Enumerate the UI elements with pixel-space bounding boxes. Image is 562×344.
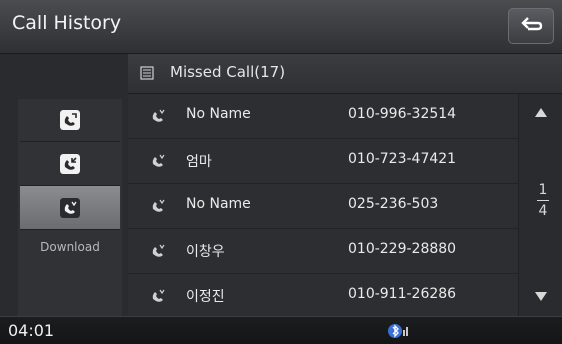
scrollbar[interactable]: 1 4 <box>518 94 562 316</box>
caller-number: 025-236-503 <box>348 196 439 212</box>
back-button[interactable] <box>508 8 554 44</box>
status-bar: 04:01 <box>0 316 562 344</box>
scroll-down-button[interactable] <box>519 270 562 316</box>
triangle-down-icon <box>535 292 547 301</box>
caller-name: No Name <box>186 106 251 122</box>
missed-call-header: Missed Call(17) <box>128 54 562 94</box>
missed-call-icon <box>152 289 165 302</box>
caller-number: 010-723-47421 <box>348 151 457 167</box>
missed-call-icon <box>60 198 80 218</box>
page-title: Call History <box>12 12 122 34</box>
received-call-icon <box>60 154 80 174</box>
caller-number: 010-229-28880 <box>348 241 457 257</box>
triangle-up-icon <box>535 108 547 117</box>
page-indicator: 1 4 <box>533 182 553 219</box>
dialed-call-icon <box>60 110 80 130</box>
call-row[interactable]: 이창우 010-229-28880 <box>128 229 518 274</box>
back-arrow-icon <box>521 17 543 31</box>
missed-call-label: Missed Call(17) <box>170 63 286 81</box>
call-history-screen: Call History Missed Call(17) Download No… <box>0 0 562 344</box>
call-row[interactable]: No Name 010-996-32514 <box>128 94 518 139</box>
page-total: 4 <box>538 203 548 219</box>
received-calls-button[interactable] <box>20 142 120 186</box>
caller-name: 이창우 <box>186 244 225 260</box>
call-list: No Name 010-996-32514 엄마 010-723-47421 N… <box>128 94 518 316</box>
missed-call-icon <box>152 199 165 212</box>
page-divider <box>537 200 549 201</box>
missed-calls-button[interactable] <box>20 186 120 230</box>
missed-call-icon <box>152 154 165 167</box>
header-bar: Call History <box>0 0 562 54</box>
missed-call-icon <box>152 244 165 257</box>
caller-number: 010-911-26286 <box>348 286 457 302</box>
caller-name: 이정진 <box>186 289 225 305</box>
call-row[interactable]: 이정진 010-911-26286 <box>128 274 518 319</box>
clock: 04:01 <box>8 321 55 340</box>
missed-call-icon <box>152 109 165 122</box>
left-panel: Download <box>0 54 128 328</box>
bluetooth-icon <box>388 324 408 338</box>
caller-name: 엄마 <box>186 154 212 170</box>
dialed-calls-button[interactable] <box>20 98 120 142</box>
call-row[interactable]: No Name 025-236-503 <box>128 184 518 229</box>
page-current: 1 <box>538 182 548 198</box>
scroll-up-button[interactable] <box>519 94 562 140</box>
call-row[interactable]: 엄마 010-723-47421 <box>128 139 518 184</box>
download-button[interactable]: Download <box>20 240 120 254</box>
list-icon <box>140 66 154 80</box>
caller-name: No Name <box>186 196 251 212</box>
caller-number: 010-996-32514 <box>348 106 457 122</box>
